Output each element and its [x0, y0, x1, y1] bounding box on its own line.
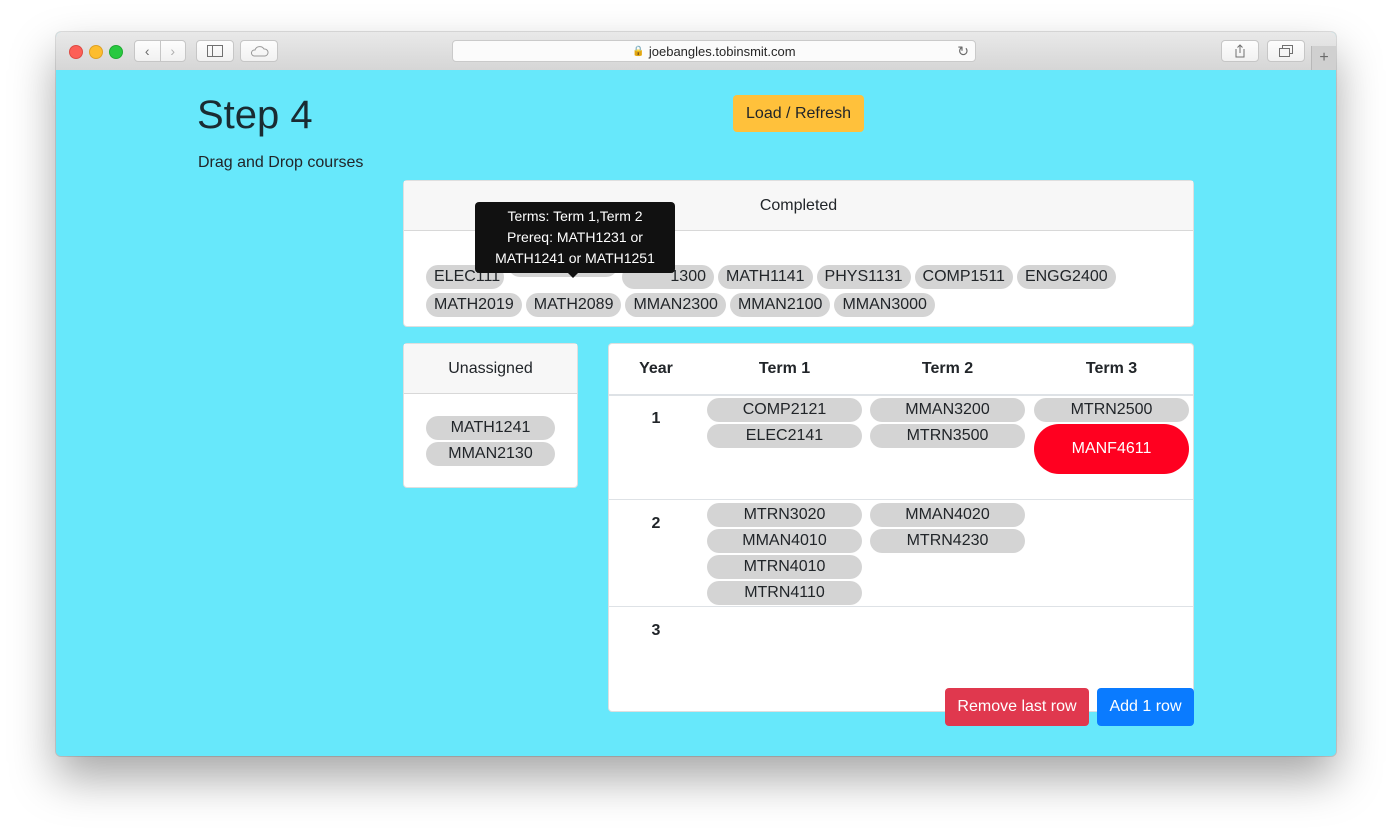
- icloud-tabs-button[interactable]: [240, 40, 278, 62]
- address-bar[interactable]: 🔒 joebangles.tobinsmit.com ↻: [452, 40, 976, 62]
- plan-table: Year Term 1 Term 2 Term 3 1 COMP2121 ELE…: [608, 343, 1194, 712]
- cell-year3-term3[interactable]: [1034, 610, 1189, 700]
- cell-year2-term1[interactable]: MTRN3020 MMAN4010 MTRN4010 MTRN4110: [707, 503, 862, 607]
- course-tooltip: Terms: Term 1,Term 2 Prereq: MATH1231 or…: [475, 202, 675, 273]
- new-tab-button[interactable]: +: [1311, 46, 1336, 70]
- remove-last-row-button[interactable]: Remove last row: [945, 688, 1089, 726]
- course-pill-manf4611-highlighted[interactable]: MANF4611: [1034, 424, 1189, 474]
- cell-year3-term2[interactable]: [870, 610, 1025, 700]
- column-header-term-3: Term 3: [1085, 360, 1138, 377]
- reload-icon[interactable]: ↻: [957, 43, 969, 60]
- browser-titlebar: ‹ › 🔒 joebangles.tobinsmit.com ↻ +: [56, 32, 1336, 71]
- course-pill-mman2300[interactable]: MMAN2300: [625, 293, 726, 317]
- tooltip-prereq-cont: MATH1241 or MATH1251: [495, 250, 655, 266]
- add-row-button[interactable]: Add 1 row: [1097, 688, 1194, 726]
- course-pill-mman3000[interactable]: MMAN3000: [834, 293, 935, 317]
- plus-icon: +: [1319, 49, 1329, 66]
- tooltip-prereq: Prereq: MATH1231 or: [507, 229, 643, 245]
- forward-icon[interactable]: ›: [159, 41, 186, 61]
- course-pill-mtrn3500[interactable]: MTRN3500: [870, 424, 1025, 448]
- course-pill-math2089[interactable]: MATH2089: [525, 293, 622, 317]
- course-pill-engg2400[interactable]: ENGG2400: [1016, 265, 1116, 289]
- tab-overview-button[interactable]: [1267, 40, 1305, 62]
- minimize-window-button[interactable]: [89, 45, 103, 59]
- url-text: joebangles.tobinsmit.com: [648, 43, 796, 59]
- unassigned-card: Unassigned MATH1241 MMAN2130: [403, 343, 578, 488]
- course-pill-mtrn3020[interactable]: MTRN3020: [707, 503, 862, 527]
- cell-year1-term2[interactable]: MMAN3200 MTRN3500: [870, 398, 1025, 450]
- cell-year2-term2[interactable]: MMAN4020 MTRN4230: [870, 503, 1025, 555]
- tooltip-terms: Terms: Term 1,Term 2: [507, 208, 643, 224]
- course-pill-mtrn2500[interactable]: MTRN2500: [1034, 398, 1189, 422]
- cloud-icon: [250, 46, 269, 57]
- browser-window: ‹ › 🔒 joebangles.tobinsmit.com ↻ + Step …: [56, 32, 1336, 756]
- year-label-3: 3: [651, 622, 661, 639]
- column-header-term-2: Term 2: [921, 360, 974, 377]
- sidebar-toggle-button[interactable]: [196, 40, 234, 62]
- page-title: Step 4: [197, 93, 313, 137]
- course-pill-phys1131[interactable]: PHYS1131: [816, 265, 911, 289]
- course-pill-mman4010[interactable]: MMAN4010: [707, 529, 862, 553]
- cell-year1-term3[interactable]: MTRN2500 MANF4611: [1034, 398, 1189, 476]
- course-pill-mtrn4110[interactable]: MTRN4110: [707, 581, 862, 605]
- header-divider: [609, 394, 1193, 396]
- course-pill-elec2141[interactable]: ELEC2141: [707, 424, 862, 448]
- course-pill-math2019[interactable]: MATH2019: [426, 293, 522, 317]
- cell-year2-term3[interactable]: [1034, 503, 1189, 603]
- column-header-year: Year: [639, 360, 673, 377]
- course-pill-mman3200[interactable]: MMAN3200: [870, 398, 1025, 422]
- course-pill-math1241[interactable]: MATH1241: [426, 416, 555, 440]
- page-subtitle: Drag and Drop courses: [198, 154, 364, 171]
- unassigned-course-list: MATH1241 MMAN2130: [426, 416, 555, 468]
- column-header-term-1: Term 1: [758, 360, 811, 377]
- course-pill-mman4020[interactable]: MMAN4020: [870, 503, 1025, 527]
- zoom-window-button[interactable]: [109, 45, 123, 59]
- year-label-1: 1: [651, 410, 661, 427]
- history-nav: ‹ ›: [134, 40, 186, 62]
- row-divider: [609, 499, 1193, 500]
- row-divider: [609, 606, 1193, 607]
- load-refresh-button[interactable]: Load / Refresh: [733, 95, 864, 132]
- share-icon: [1235, 44, 1245, 58]
- cell-year3-term1[interactable]: [707, 610, 862, 700]
- course-pill-mman2100[interactable]: MMAN2100: [729, 293, 831, 317]
- sidebar-icon: [207, 45, 223, 57]
- year-label-2: 2: [651, 515, 661, 532]
- unassigned-header: Unassigned: [404, 344, 577, 394]
- course-pill-mman2130[interactable]: MMAN2130: [426, 442, 555, 466]
- close-window-button[interactable]: [69, 45, 83, 59]
- course-pill-comp2121[interactable]: COMP2121: [707, 398, 862, 422]
- cell-year1-term1[interactable]: COMP2121 ELEC2141: [707, 398, 862, 450]
- course-pill-comp1511[interactable]: COMP1511: [914, 265, 1013, 289]
- back-icon[interactable]: ‹: [135, 41, 160, 61]
- tabs-icon: [1279, 45, 1293, 57]
- course-pill-math1141[interactable]: MATH1141: [718, 265, 813, 289]
- share-button[interactable]: [1221, 40, 1259, 62]
- course-pill-mtrn4010[interactable]: MTRN4010: [707, 555, 862, 579]
- tooltip-arrow: [567, 272, 579, 278]
- page-content: Step 4 Drag and Drop courses Load / Refr…: [56, 70, 1336, 756]
- lock-icon: 🔒: [632, 45, 645, 57]
- course-pill-mtrn4230[interactable]: MTRN4230: [870, 529, 1025, 553]
